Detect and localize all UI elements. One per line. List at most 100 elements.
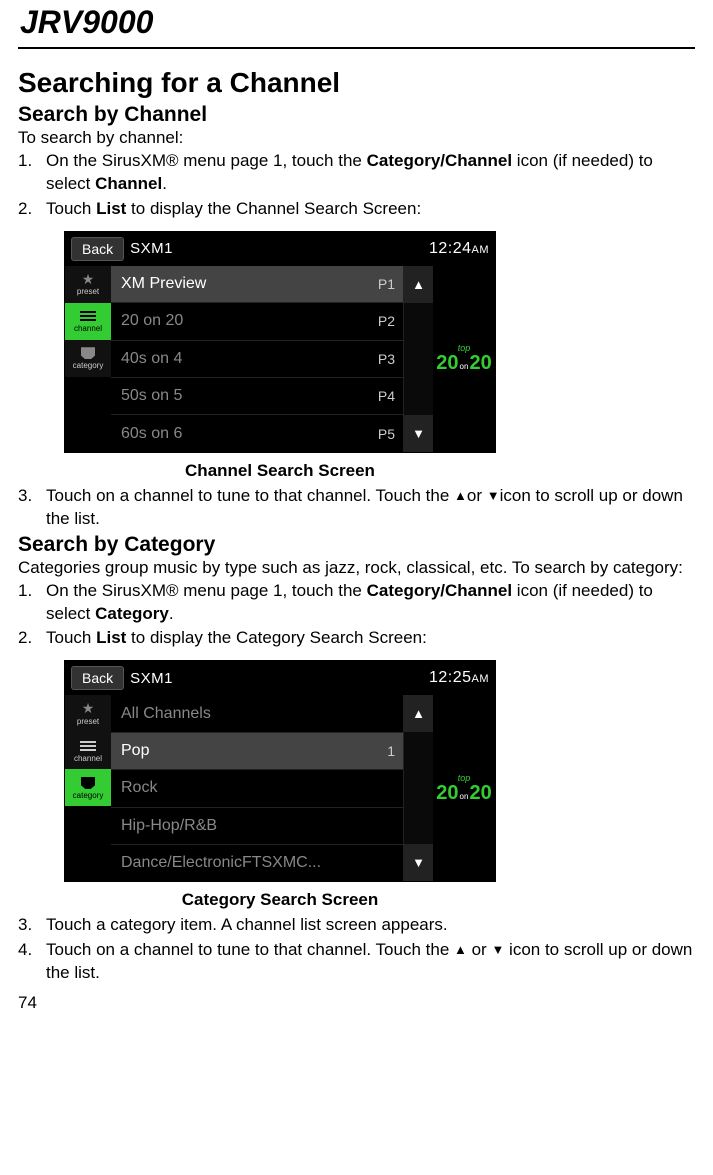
source-label: SXM1 bbox=[130, 670, 173, 687]
page-number: 74 bbox=[18, 993, 695, 1013]
item-name: All Channels bbox=[121, 705, 395, 723]
album-art: top 20on20 bbox=[433, 695, 495, 881]
channel-steps: 1. On the SirusXM® menu page 1, touch th… bbox=[18, 150, 695, 221]
triangle-up-icon: ▲ bbox=[454, 943, 467, 956]
category-step-3: 3. Touch a category item. A channel list… bbox=[18, 914, 695, 937]
item-name: Dance/ElectronicFTSXMC... bbox=[121, 854, 395, 872]
device-sidebar: ★ preset channel category bbox=[65, 266, 111, 452]
text-frag: . bbox=[169, 604, 174, 623]
list-item[interactable]: XM PreviewP1 bbox=[111, 266, 403, 302]
device-screen: Back SXM1 12:25AM ★ preset channel bbox=[64, 660, 496, 882]
text-bold: List bbox=[96, 199, 126, 218]
category-steps-cont: 3. Touch a category item. A channel list… bbox=[18, 914, 695, 985]
preset-tab[interactable]: ★ preset bbox=[65, 695, 111, 732]
subsection-category-heading: Search by Category bbox=[18, 533, 695, 557]
item-name: 20 on 20 bbox=[121, 312, 378, 330]
item-name: XM Preview bbox=[121, 275, 378, 293]
clock-time: 12:25 bbox=[429, 669, 472, 686]
device-sidebar: ★ preset channel category bbox=[65, 695, 111, 881]
channel-intro: To search by channel: bbox=[18, 127, 695, 150]
logo-20: 20 bbox=[469, 353, 491, 373]
scroll-track[interactable] bbox=[404, 732, 433, 844]
category-list: All Channels Pop1 Rock Hip-Hop/R&B Dance… bbox=[111, 695, 403, 881]
document-page: JRV9000 Searching for a Channel Search b… bbox=[0, 4, 713, 1033]
category-step-2: 2. Touch List to display the Category Se… bbox=[18, 627, 695, 650]
text-frag: to display the Category Search Screen: bbox=[126, 628, 427, 647]
device-topbar: Back SXM1 12:24AM bbox=[65, 232, 495, 266]
subsection-channel-heading: Search by Channel bbox=[18, 103, 695, 127]
channel-list: XM PreviewP1 20 on 20P2 40s on 4P3 50s o… bbox=[111, 266, 403, 452]
scroll-up-button[interactable]: ▲ bbox=[404, 695, 433, 732]
category-tab[interactable]: category bbox=[65, 769, 111, 806]
device-body: ★ preset channel category All Channels P… bbox=[65, 695, 495, 881]
text-frag: or bbox=[467, 940, 492, 959]
category-tab[interactable]: category bbox=[65, 340, 111, 377]
step-text: On the SirusXM® menu page 1, touch the C… bbox=[46, 580, 695, 626]
tab-label: channel bbox=[74, 324, 102, 333]
text-bold: Category/Channel bbox=[367, 581, 512, 600]
item-name: 40s on 4 bbox=[121, 350, 378, 368]
step-text: Touch a category item. A channel list sc… bbox=[46, 914, 695, 937]
channel-tab[interactable]: channel bbox=[65, 732, 111, 769]
channel-tab[interactable]: channel bbox=[65, 303, 111, 340]
text-frag: Touch on a channel to tune to that chann… bbox=[46, 940, 454, 959]
list-item[interactable]: Pop1 bbox=[111, 732, 403, 769]
model-heading: JRV9000 bbox=[18, 4, 695, 41]
tab-label: category bbox=[73, 791, 104, 800]
list-item[interactable]: Dance/ElectronicFTSXMC... bbox=[111, 844, 403, 881]
scroll-down-button[interactable]: ▼ bbox=[404, 415, 433, 452]
list-item[interactable]: 50s on 5P4 bbox=[111, 377, 403, 414]
clock-ampm: AM bbox=[472, 673, 490, 685]
scroll-column: ▲ ▼ bbox=[403, 266, 433, 452]
scroll-track[interactable] bbox=[404, 303, 433, 415]
logo-20: 20 bbox=[436, 783, 458, 803]
triangle-up-icon: ▲ bbox=[454, 489, 467, 502]
tab-label: preset bbox=[77, 717, 99, 726]
logo-on: on bbox=[460, 792, 469, 801]
triangle-down-icon: ▼ bbox=[491, 943, 504, 956]
list-item[interactable]: Rock bbox=[111, 769, 403, 806]
back-button[interactable]: Back bbox=[71, 666, 124, 690]
section-heading: Searching for a Channel bbox=[18, 67, 695, 99]
text-frag: Touch bbox=[46, 199, 96, 218]
scroll-down-button[interactable]: ▼ bbox=[404, 844, 433, 881]
star-icon: ★ bbox=[79, 272, 97, 286]
text-frag: Touch on a channel to tune to that chann… bbox=[46, 486, 454, 505]
preset-num: 1 bbox=[387, 743, 395, 759]
preset-tab[interactable]: ★ preset bbox=[65, 266, 111, 303]
category-screenshot: Back SXM1 12:25AM ★ preset channel bbox=[18, 652, 695, 888]
list-item[interactable]: 40s on 4P3 bbox=[111, 340, 403, 377]
clock: 12:24AM bbox=[429, 240, 489, 258]
preset-num: P2 bbox=[378, 313, 395, 329]
back-button[interactable]: Back bbox=[71, 237, 124, 261]
channel-steps-cont: 3. Touch on a channel to tune to that ch… bbox=[18, 485, 695, 531]
step-text: Touch on a channel to tune to that chann… bbox=[46, 485, 695, 531]
tab-label: channel bbox=[74, 754, 102, 763]
top20-logo: top 20on20 bbox=[436, 344, 491, 373]
category-step-4: 4. Touch on a channel to tune to that ch… bbox=[18, 939, 695, 985]
text-bold: Category/Channel bbox=[367, 151, 512, 170]
step-number: 4. bbox=[18, 939, 46, 985]
text-frag: On the SirusXM® menu page 1, touch the bbox=[46, 151, 367, 170]
list-item[interactable]: 60s on 6P5 bbox=[111, 414, 403, 451]
step-number: 3. bbox=[18, 914, 46, 937]
step-text: Touch List to display the Channel Search… bbox=[46, 198, 695, 221]
preset-num: P3 bbox=[378, 351, 395, 367]
item-name: 50s on 5 bbox=[121, 387, 378, 405]
channel-step-2: 2. Touch List to display the Channel Sea… bbox=[18, 198, 695, 221]
category-steps: 1. On the SirusXM® menu page 1, touch th… bbox=[18, 580, 695, 651]
scroll-up-button[interactable]: ▲ bbox=[404, 266, 433, 303]
logo-on: on bbox=[460, 362, 469, 371]
text-frag: or bbox=[467, 486, 487, 505]
list-item[interactable]: All Channels bbox=[111, 695, 403, 731]
step-number: 2. bbox=[18, 198, 46, 221]
tag-icon bbox=[79, 776, 97, 790]
category-caption: Category Search Screen bbox=[64, 890, 496, 910]
device-topbar: Back SXM1 12:25AM bbox=[65, 661, 495, 695]
list-item[interactable]: Hip-Hop/R&B bbox=[111, 807, 403, 844]
text-bold: List bbox=[96, 628, 126, 647]
list-item[interactable]: 20 on 20P2 bbox=[111, 302, 403, 339]
channel-screenshot: Back SXM1 12:24AM ★ preset channel bbox=[18, 223, 695, 459]
logo-20: 20 bbox=[436, 353, 458, 373]
clock-ampm: AM bbox=[472, 244, 490, 256]
